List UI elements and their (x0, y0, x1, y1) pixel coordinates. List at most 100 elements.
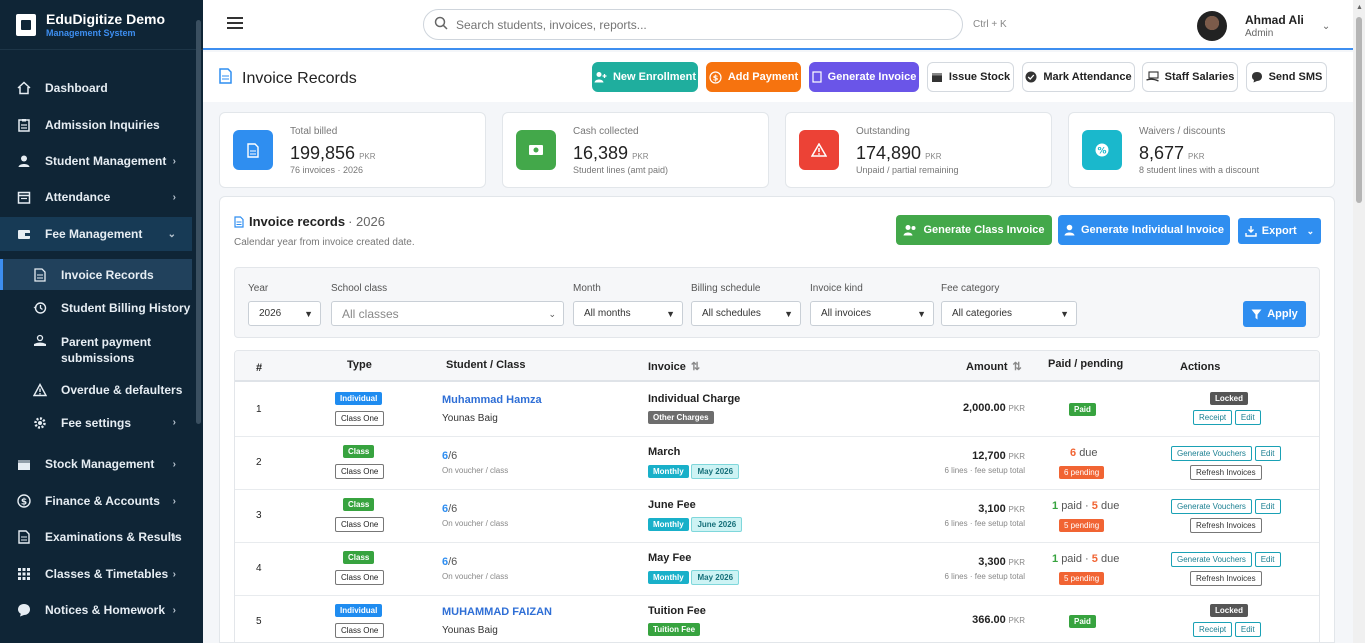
parent-name: Younas Baig (442, 413, 498, 424)
sidebar-item-stock-management[interactable]: Stock Management › (0, 447, 192, 481)
hamburger-menu-icon[interactable] (227, 17, 243, 31)
edit-button[interactable]: Edit (1234, 622, 1261, 637)
search-input[interactable] (456, 17, 936, 32)
table-header: # Type Student / Class Invoice ⇅ Amount ⇅ … (235, 351, 1319, 382)
sidebar-item-notices-homework[interactable]: Notices & Homework › (0, 593, 192, 627)
sidebar-item-label: Classes & Timetables (45, 567, 169, 581)
apply-filters-button[interactable]: Apply (1243, 301, 1306, 327)
staff-salaries-button[interactable]: Staff Salaries (1142, 62, 1238, 92)
user-role: Admin (1245, 28, 1274, 39)
panel-description: Calendar year from invoice created date. (234, 237, 415, 248)
table-row: 1 Individual Class One Muhammad Hamza Yo… (235, 384, 1319, 437)
chevron-right-icon: › (172, 458, 176, 470)
class-badge: Class One (335, 623, 385, 638)
period-badge: May 2026 (691, 464, 740, 479)
generate-vouchers-button[interactable]: Generate Vouchers (1171, 552, 1252, 567)
user-name: Ahmad Ali (1245, 13, 1304, 27)
sort-icon: ⇅ (690, 361, 701, 373)
refresh-invoices-button[interactable]: Refresh Invoices (1190, 518, 1262, 533)
cash-icon (516, 130, 556, 170)
user-menu[interactable]: Ahmad Ali Admin ⌄ (1197, 11, 1330, 41)
sidebar-subitem-invoice-records[interactable]: Invoice Records (0, 259, 192, 290)
year-select[interactable]: 2026 ▼ (248, 301, 321, 326)
invoice-kind-select[interactable]: All invoices ▼ (810, 301, 934, 326)
generate-class-invoice-button[interactable]: Generate Class Invoice (896, 215, 1052, 245)
add-user-icon (594, 71, 607, 83)
page-scrollbar[interactable]: ▲ (1353, 0, 1365, 643)
brand[interactable]: EduDigitize Demo Management System (0, 0, 203, 50)
period-badge: June 2026 (691, 517, 743, 532)
period-badge: May 2026 (691, 570, 740, 585)
box-icon (931, 71, 943, 83)
sidebar: EduDigitize Demo Management System Dashb… (0, 0, 203, 643)
sidebar-item-admission-inquiries[interactable]: Admission Inquiries (0, 108, 192, 142)
refresh-invoices-button[interactable]: Refresh Invoices (1190, 571, 1262, 586)
generate-vouchers-button[interactable]: Generate Vouchers (1171, 499, 1252, 514)
sidebar-item-finance-accounts[interactable]: $ Finance & Accounts › (0, 484, 192, 518)
download-icon (1245, 225, 1257, 237)
file-icon (234, 215, 244, 228)
amount-sort-header[interactable]: Amount ⇅ (966, 360, 1022, 374)
generate-individual-invoice-button[interactable]: Generate Individual Invoice (1058, 215, 1230, 245)
add-payment-button[interactable]: $ Add Payment (706, 62, 801, 92)
history-icon (33, 301, 47, 315)
school-class-select[interactable]: All classes ⌄ (331, 301, 564, 326)
stat-card-total-billed: Total billed 199,856 PKR 76 invoices · 20… (219, 112, 486, 188)
chevron-down-icon: ⌄ (167, 228, 176, 240)
generate-invoice-button[interactable]: Generate Invoice (809, 62, 919, 92)
chevron-down-icon: ▼ (1060, 309, 1069, 319)
invoice-sort-header[interactable]: Invoice ⇅ (648, 360, 701, 374)
billing-schedule-select[interactable]: All schedules ▼ (691, 301, 801, 326)
sidebar-item-label: Student Billing History (61, 300, 191, 315)
sidebar-subitem-student-billing-history[interactable]: Student Billing History (0, 292, 192, 323)
search-box[interactable] (423, 9, 963, 40)
sidebar-item-label: Stock Management (45, 457, 155, 471)
percent-icon: % (1082, 130, 1122, 170)
sidebar-item-dashboard[interactable]: Dashboard (0, 71, 192, 105)
box-icon (17, 457, 31, 471)
month-select[interactable]: All months ▼ (573, 301, 683, 326)
scroll-up-arrow-icon[interactable]: ▲ (1356, 4, 1363, 11)
money-hand-icon (1145, 71, 1159, 83)
edit-button[interactable]: Edit (1254, 499, 1281, 514)
type-badge: Class (343, 445, 375, 458)
pending-badge: 6 pending (1059, 466, 1105, 479)
fee-category-select[interactable]: All categories ▼ (941, 301, 1077, 326)
mark-attendance-button[interactable]: Mark Attendance (1022, 62, 1135, 92)
send-sms-button[interactable]: Send SMS (1246, 62, 1327, 92)
sidebar-item-attendance[interactable]: Attendance › (0, 180, 192, 214)
edit-button[interactable]: Edit (1254, 552, 1281, 567)
student-name-link[interactable]: Muhammad Hamza (442, 394, 542, 406)
sidebar-item-examinations-results[interactable]: Examinations & Results › (0, 520, 192, 554)
class-badge: Class One (335, 411, 385, 426)
sidebar-subitem-parent-payment-submissions[interactable]: Parent payment submissions (0, 329, 192, 367)
sidebar-item-label: Dashboard (45, 81, 108, 95)
document-icon (17, 530, 31, 544)
clipboard-icon (17, 118, 31, 132)
issue-stock-button[interactable]: Issue Stock (927, 62, 1014, 92)
edit-button[interactable]: Edit (1254, 446, 1281, 461)
stat-card-waivers: % Waivers / discounts 8,677 PKR 8 student… (1068, 112, 1335, 188)
school-logo-icon (16, 13, 36, 36)
chat-icon (1251, 71, 1263, 83)
sidebar-item-fee-management[interactable]: Fee Management ⌄ (0, 217, 192, 251)
svg-text:$: $ (713, 73, 719, 82)
chevron-right-icon: › (172, 531, 176, 543)
sidebar-item-classes-timetables[interactable]: Classes & Timetables › (0, 557, 192, 591)
receipt-button[interactable]: Receipt (1193, 410, 1233, 425)
type-badge: Class (343, 551, 375, 564)
new-enrollment-button[interactable]: New Enrollment (592, 62, 698, 92)
receipt-button[interactable]: Receipt (1193, 622, 1233, 637)
sidebar-subitem-overdue-defaulters[interactable]: Overdue & defaulters (0, 374, 192, 405)
scrollbar-thumb[interactable] (1356, 17, 1362, 203)
chevron-down-icon: ▼ (917, 309, 926, 319)
student-name-link[interactable]: MUHAMMAD FAIZAN (442, 606, 552, 618)
chevron-down-icon: ⌄ (1306, 225, 1315, 236)
export-dropdown-button[interactable]: Export ⌄ (1238, 218, 1321, 244)
edit-button[interactable]: Edit (1234, 410, 1261, 425)
refresh-invoices-button[interactable]: Refresh Invoices (1190, 465, 1262, 480)
generate-vouchers-button[interactable]: Generate Vouchers (1171, 446, 1252, 461)
sidebar-subitem-fee-settings[interactable]: Fee settings › (0, 407, 192, 438)
sidebar-scrollbar[interactable] (196, 20, 201, 424)
sidebar-item-student-management[interactable]: Student Management › (0, 144, 192, 178)
